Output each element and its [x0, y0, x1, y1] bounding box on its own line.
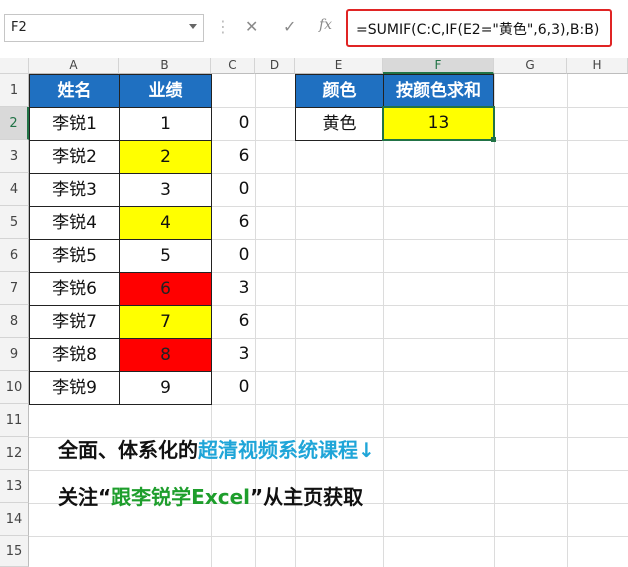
gridline	[29, 470, 628, 471]
cell-name[interactable]: 李锐5	[29, 239, 120, 273]
cell-name[interactable]: 李锐3	[29, 173, 120, 207]
table-header-score[interactable]: 业绩	[119, 74, 212, 108]
row-header-7[interactable]: 7	[0, 272, 29, 305]
gridline	[29, 536, 628, 537]
row-header-14[interactable]: 14	[0, 503, 29, 536]
cell-helper[interactable]: 0	[211, 107, 277, 140]
row-header-12[interactable]: 12	[0, 437, 29, 470]
row-header-9[interactable]: 9	[0, 338, 29, 371]
row-header-13[interactable]: 13	[0, 470, 29, 503]
row-header-3[interactable]: 3	[0, 140, 29, 173]
promo-line-2-suffix: ”从主页获取	[250, 485, 364, 509]
cell-name[interactable]: 李锐8	[29, 338, 120, 372]
gridline	[383, 74, 384, 567]
row-header-10[interactable]: 10	[0, 371, 29, 404]
cell-score[interactable]: 6	[119, 272, 212, 306]
cell-name[interactable]: 李锐2	[29, 140, 120, 174]
lookup-header-sum[interactable]: 按颜色求和	[383, 74, 494, 108]
formula-text: =SUMIF(C:C,IF(E2="黄色",6,3),B:B)	[356, 22, 600, 38]
row-header-2[interactable]: 2	[0, 107, 29, 140]
cell-name[interactable]: 李锐9	[29, 371, 120, 405]
select-all-corner[interactable]	[0, 58, 29, 74]
cell-helper[interactable]: 6	[211, 305, 277, 338]
cell-name[interactable]: 李锐6	[29, 272, 120, 306]
cell-score[interactable]: 9	[119, 371, 212, 405]
row-header-5[interactable]: 5	[0, 206, 29, 239]
worksheet-grid: A B C D E F G H 1 2 3 4 5 6 7 8 9 10 11 …	[0, 58, 628, 567]
row-header-11[interactable]: 11	[0, 404, 29, 437]
cancel-icon[interactable]: ✕	[245, 17, 258, 36]
promo-line-1-prefix: 全面、体系化的	[58, 438, 198, 462]
cell-score[interactable]: 8	[119, 338, 212, 372]
cell-score[interactable]: 4	[119, 206, 212, 240]
cell-score[interactable]: 5	[119, 239, 212, 273]
column-header-f[interactable]: F	[383, 58, 494, 74]
cell-helper[interactable]: 0	[211, 371, 277, 404]
column-header-e[interactable]: E	[295, 58, 383, 74]
row-header-6[interactable]: 6	[0, 239, 29, 272]
formula-tools: ⋮ ✕ ✓ fx	[215, 10, 335, 46]
formula-input[interactable]: =SUMIF(C:C,IF(E2="黄色",6,3),B:B)	[346, 9, 612, 47]
cell-name[interactable]: 李锐4	[29, 206, 120, 240]
lookup-header-color[interactable]: 颜色	[295, 74, 384, 108]
more-dots-icon: ⋮	[215, 17, 231, 36]
lookup-color-cell[interactable]: 黄色	[295, 107, 384, 141]
cell-score[interactable]: 1	[119, 107, 212, 141]
cell-name[interactable]: 李锐1	[29, 107, 120, 141]
fx-icon[interactable]: fx	[319, 17, 332, 33]
promo-line-2: 关注“跟李锐学Excel”从主页获取	[58, 481, 363, 510]
gridline	[494, 74, 495, 567]
promo-line-1-highlight: 超清视频系统课程↓	[198, 438, 375, 462]
cell-helper[interactable]: 6	[211, 140, 277, 173]
cell-score[interactable]: 2	[119, 140, 212, 174]
promo-line-1: 全面、体系化的超清视频系统课程↓	[58, 434, 375, 463]
row-header-8[interactable]: 8	[0, 305, 29, 338]
column-header-c[interactable]: C	[211, 58, 255, 74]
enter-icon[interactable]: ✓	[283, 17, 296, 36]
chevron-down-icon[interactable]	[189, 24, 197, 29]
row-header-15[interactable]: 15	[0, 536, 29, 567]
column-header-a[interactable]: A	[29, 58, 119, 74]
promo-line-2-highlight: 跟李锐学Excel	[111, 485, 250, 509]
row-header-4[interactable]: 4	[0, 173, 29, 206]
cell-score[interactable]: 7	[119, 305, 212, 339]
cell-score[interactable]: 3	[119, 173, 212, 207]
row-header-1[interactable]: 1	[0, 74, 29, 107]
column-header-b[interactable]: B	[119, 58, 211, 74]
table-header-name[interactable]: 姓名	[29, 74, 120, 108]
cell-helper[interactable]: 3	[211, 272, 277, 305]
column-header-g[interactable]: G	[494, 58, 567, 74]
promo-line-2-prefix: 关注“	[58, 485, 112, 509]
name-box[interactable]: F2	[4, 14, 204, 42]
cell-name[interactable]: 李锐7	[29, 305, 120, 339]
fill-handle[interactable]	[491, 137, 496, 142]
cell-helper[interactable]: 0	[211, 173, 277, 206]
lookup-sum-cell[interactable]: 13	[382, 106, 495, 141]
gridline	[567, 74, 568, 567]
cell-helper[interactable]: 3	[211, 338, 277, 371]
column-header-d[interactable]: D	[255, 58, 295, 74]
column-header-h[interactable]: H	[567, 58, 628, 74]
cell-helper[interactable]: 0	[211, 239, 277, 272]
formula-bar: F2 ⋮ ✕ ✓ fx =SUMIF(C:C,IF(E2="黄色",6,3),B…	[0, 0, 628, 58]
cell-helper[interactable]: 6	[211, 206, 277, 239]
name-box-value: F2	[11, 20, 27, 35]
